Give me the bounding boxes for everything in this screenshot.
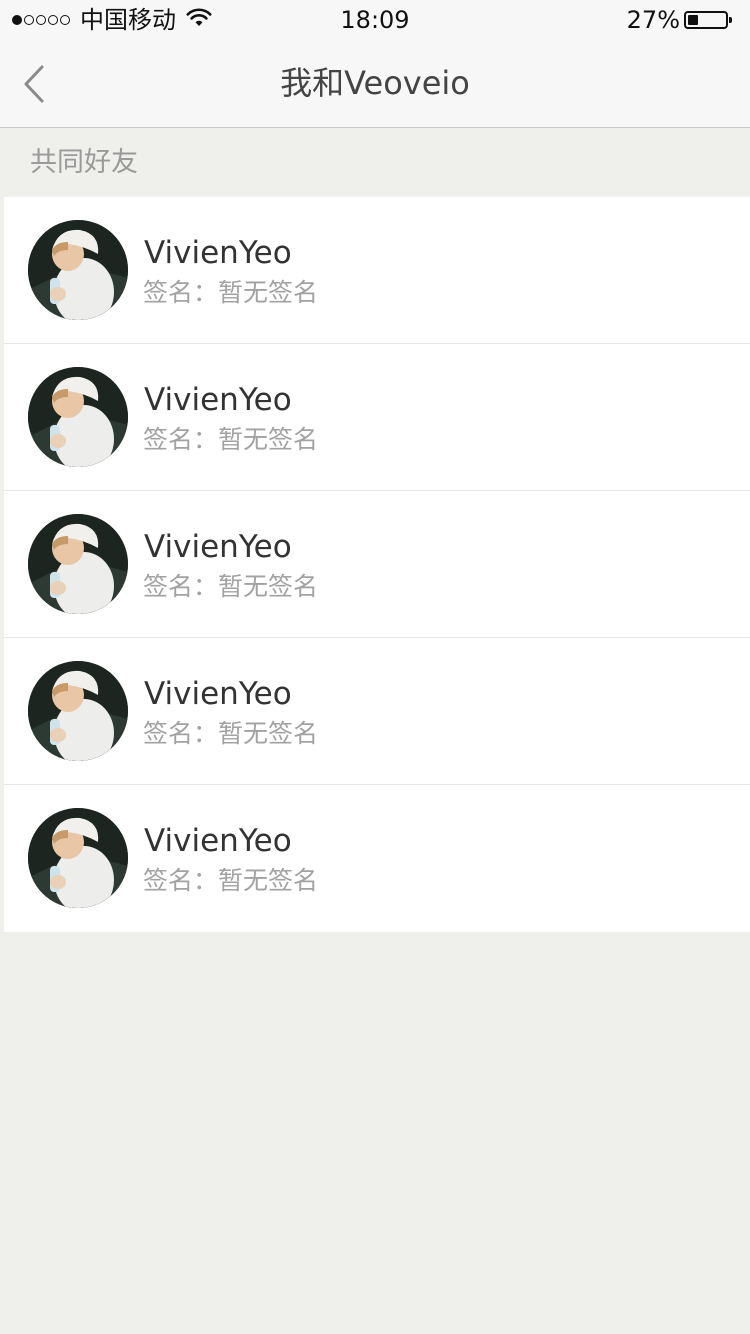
friend-list-item[interactable]: VivienYeo 签名： 暂无签名	[4, 197, 750, 344]
battery-level-fill	[688, 15, 698, 25]
avatar-image	[28, 808, 128, 908]
friend-signature: 签名： 暂无签名	[143, 571, 318, 603]
avatar[interactable]	[28, 808, 128, 908]
avatar[interactable]	[28, 367, 128, 467]
avatar-image	[28, 514, 128, 614]
chevron-left-icon	[24, 65, 44, 103]
avatar-image	[28, 220, 128, 320]
signature-label: 签名：	[143, 278, 219, 307]
friend-list: VivienYeo 签名： 暂无签名 VivienYeo 签名： 暂无签名 Vi…	[4, 197, 750, 932]
friend-signature: 签名： 暂无签名	[143, 277, 318, 309]
signature-label: 签名：	[143, 572, 219, 601]
avatar[interactable]	[28, 661, 128, 761]
page-title: 我和Veoveio	[280, 64, 470, 102]
friend-list-item[interactable]: VivienYeo 签名： 暂无签名	[4, 491, 750, 638]
battery-percent: 27%	[626, 6, 680, 34]
friend-list-item[interactable]: VivienYeo 签名： 暂无签名	[4, 638, 750, 785]
status-bar: 中国移动 18:09 27%	[0, 0, 750, 40]
signature-text: 暂无签名	[218, 425, 319, 454]
friend-list-item[interactable]: VivienYeo 签名： 暂无签名	[4, 785, 750, 932]
friend-name: VivienYeo	[144, 382, 292, 418]
friend-name: VivienYeo	[144, 529, 292, 565]
friend-signature: 签名： 暂无签名	[143, 718, 318, 750]
friend-signature: 签名： 暂无签名	[143, 865, 318, 897]
signature-label: 签名：	[143, 866, 219, 895]
section-header: 共同好友	[0, 128, 750, 197]
avatar-image	[28, 367, 128, 467]
signature-text: 暂无签名	[218, 278, 319, 307]
signature-text: 暂无签名	[218, 572, 319, 601]
friend-signature: 签名： 暂无签名	[143, 424, 318, 456]
signature-label: 签名：	[143, 719, 219, 748]
friend-name: VivienYeo	[144, 676, 292, 712]
avatar[interactable]	[28, 514, 128, 614]
battery-icon	[684, 11, 732, 29]
signature-text: 暂无签名	[218, 719, 319, 748]
back-button[interactable]	[10, 60, 58, 108]
avatar-image	[28, 661, 128, 761]
avatar[interactable]	[28, 220, 128, 320]
status-right: 27%	[626, 5, 732, 35]
signature-label: 签名：	[143, 425, 219, 454]
navigation-bar: 我和Veoveio	[0, 40, 750, 128]
friend-list-item[interactable]: VivienYeo 签名： 暂无签名	[4, 344, 750, 491]
friend-name: VivienYeo	[144, 823, 292, 859]
friend-name: VivienYeo	[144, 235, 292, 271]
section-title: 共同好友	[30, 147, 138, 178]
signature-text: 暂无签名	[218, 866, 319, 895]
